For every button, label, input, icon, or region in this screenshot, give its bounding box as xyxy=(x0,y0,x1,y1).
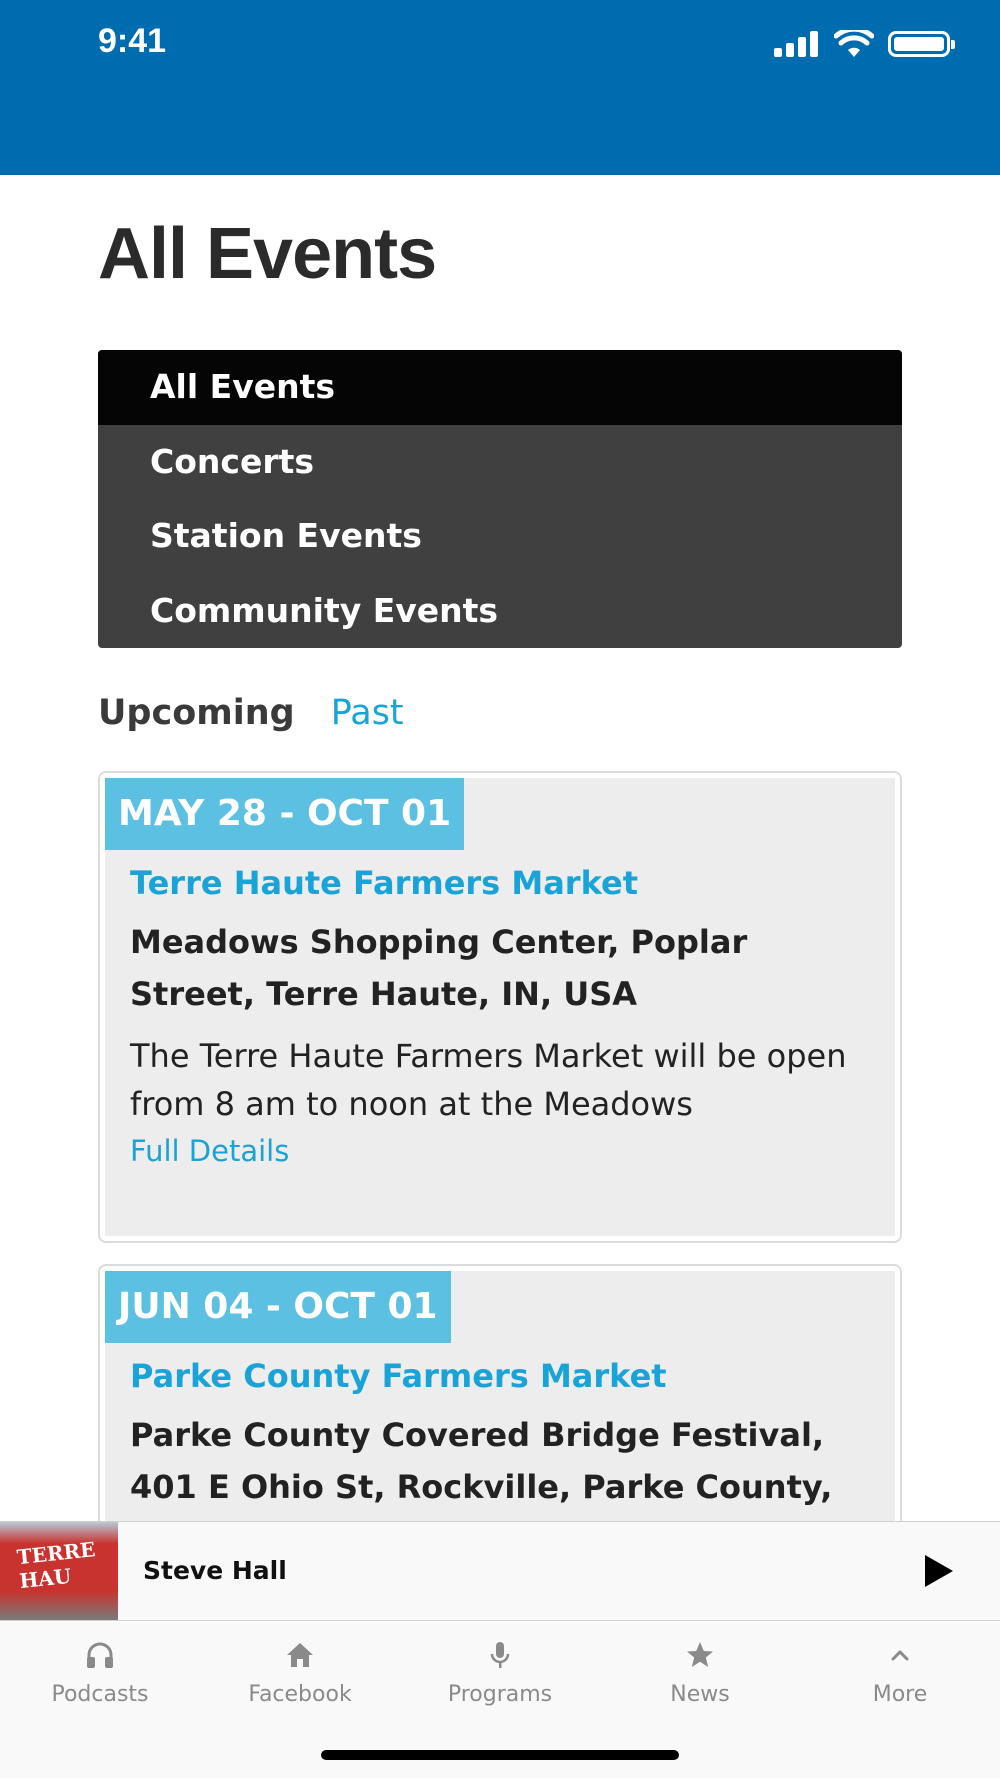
player-artwork: TERRE HAU xyxy=(0,1522,118,1620)
event-card-body: MAY 28 - OCT 01 Terre Haute Farmers Mark… xyxy=(105,778,895,1236)
tab-past[interactable]: Past xyxy=(331,693,404,733)
status-time: 9:41 xyxy=(98,22,167,60)
time-tabs: Upcoming Past xyxy=(98,693,404,733)
nav-label: More xyxy=(872,1682,928,1707)
category-concerts[interactable]: Concerts xyxy=(98,425,902,500)
nav-label: News xyxy=(670,1682,730,1707)
chevron-up-icon xyxy=(891,1650,909,1661)
event-date-badge: MAY 28 - OCT 01 xyxy=(105,778,465,850)
nav-item-podcasts[interactable]: Podcasts xyxy=(0,1640,200,1707)
player-artwork-text: TERRE HAU xyxy=(15,1537,97,1594)
event-location: Meadows Shopping Center, Poplar Street, … xyxy=(130,923,748,1013)
event-location: Parke County Covered Bridge Festival, 40… xyxy=(130,1416,833,1506)
player-title: Steve Hall xyxy=(143,1556,287,1585)
star-icon xyxy=(687,1642,713,1667)
category-community-events[interactable]: Community Events xyxy=(98,574,902,649)
event-card-body: JUN 04 - OCT 01 Parke County Farmers Mar… xyxy=(105,1271,895,1561)
nav-label: Facebook xyxy=(248,1682,352,1707)
category-menu: All Events Concerts Station Events Commu… xyxy=(98,350,902,648)
microphone-icon xyxy=(490,1642,510,1668)
status-icons xyxy=(774,30,955,58)
category-all-events[interactable]: All Events xyxy=(98,350,902,425)
event-date-badge: JUN 04 - OCT 01 xyxy=(105,1271,451,1343)
page-title: All Events xyxy=(98,214,437,294)
nav-label: Podcasts xyxy=(51,1682,149,1707)
nav-item-facebook[interactable]: Facebook xyxy=(200,1640,400,1707)
play-icon[interactable] xyxy=(925,1555,953,1587)
nav-item-more[interactable]: More xyxy=(800,1640,1000,1707)
mini-player[interactable]: TERRE HAU Steve Hall xyxy=(0,1521,1000,1621)
nav-item-news[interactable]: News xyxy=(600,1640,800,1707)
event-description: The Terre Haute Farmers Market will be o… xyxy=(130,1037,847,1123)
nav-item-programs[interactable]: Programs xyxy=(400,1640,600,1707)
signal-icon xyxy=(774,31,818,57)
home-indicator xyxy=(321,1750,679,1760)
nav-label: Programs xyxy=(447,1682,553,1707)
event-card: JUN 04 - OCT 01 Parke County Farmers Mar… xyxy=(98,1264,902,1564)
event-title[interactable]: Parke County Farmers Market xyxy=(130,1357,895,1395)
wifi-icon xyxy=(834,30,874,57)
tab-upcoming[interactable]: Upcoming xyxy=(98,693,295,733)
full-details-link[interactable]: Full Details xyxy=(130,1134,895,1168)
battery-icon xyxy=(888,31,955,57)
headphones-icon xyxy=(87,1642,113,1668)
home-icon xyxy=(287,1643,313,1667)
event-title[interactable]: Terre Haute Farmers Market xyxy=(130,864,895,902)
category-station-events[interactable]: Station Events xyxy=(98,499,902,574)
status-bar: 9:41 xyxy=(0,0,1000,175)
event-card: MAY 28 - OCT 01 Terre Haute Farmers Mark… xyxy=(98,771,902,1243)
